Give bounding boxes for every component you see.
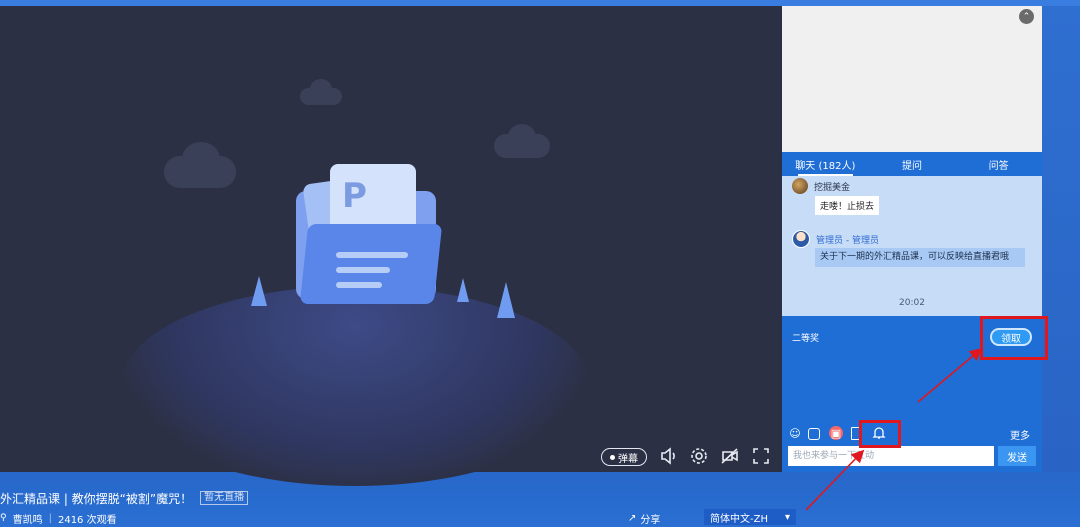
chat-list[interactable]: 挖掘美金 走喽！止损去 管理员 - 管理员 关于下一期的外汇精品课，可以反映给直… — [782, 176, 1042, 316]
cloud-illustration — [164, 142, 236, 188]
tab-ask[interactable]: 提问 — [869, 152, 956, 176]
stream-title-row: 外汇精品课 | 教你摆脱“被割”魔咒！ 暂无直播 — [0, 490, 249, 506]
language-select[interactable]: 简体中文-ZH ▾ — [704, 509, 796, 525]
prize-label: 二等奖 — [792, 334, 820, 344]
avatar — [792, 178, 808, 194]
cloud-illustration — [494, 124, 550, 158]
crystal-illustration — [251, 276, 267, 306]
chevron-down-icon: ▾ — [784, 511, 790, 523]
highlight-box-claim — [980, 316, 1048, 360]
chat-bubble: 走喽！止损去 — [815, 196, 880, 215]
highlight-box-bell — [859, 420, 901, 448]
tab-qa[interactable]: 问答 — [955, 152, 1042, 176]
host-name[interactable]: 曹凯鸣 — [13, 511, 43, 526]
cloud-illustration — [300, 79, 342, 105]
share-icon: ↗ — [628, 513, 637, 524]
page-gutter — [1042, 6, 1080, 472]
status-badge: 暂无直播 — [200, 491, 249, 505]
panel-tabs: 聊天 (182人) 提问 问答 — [782, 152, 1042, 176]
gift-icon[interactable]: ▣ — [829, 426, 843, 440]
user-icon: ⚲ — [0, 513, 7, 523]
chat-message-header: 管理员 - 管理员 — [792, 230, 879, 248]
sender-name: 管理员 - 管理员 — [816, 235, 879, 246]
hill-illustration — [120, 286, 590, 486]
panel-preview-area — [782, 6, 1042, 152]
chevron-up-icon[interactable]: ⌃ — [1019, 9, 1034, 24]
chat-bubble: 关于下一期的外汇精品课，可以反映给直播君哦 — [815, 248, 1025, 267]
language-value: 简体中文-ZH — [710, 513, 768, 525]
folder-front-illustration — [299, 224, 443, 304]
more-button[interactable]: 更多 — [1010, 427, 1030, 442]
timestamp: 20:02 — [899, 298, 925, 308]
interaction-panel: ⌃ 聊天 (182人) 提问 问答 挖掘美金 走喽！止损去 管理员 - 管理员 … — [782, 6, 1042, 472]
settings-icon[interactable] — [689, 446, 709, 466]
share-button[interactable]: ↗ 分享 — [628, 511, 660, 526]
stream-title: 外汇精品课 | 教你摆脱“被割”魔咒！ — [0, 491, 193, 506]
avatar — [792, 230, 810, 248]
chat-message-header: 挖掘美金 — [792, 178, 850, 194]
danmu-label: 弹幕 — [618, 453, 638, 465]
volume-icon[interactable] — [659, 446, 679, 466]
danmu-toggle-button[interactable]: 弹幕 — [601, 448, 647, 466]
toggle-dot-icon — [610, 454, 615, 460]
video-off-icon[interactable] — [720, 446, 740, 466]
crystal-illustration — [497, 282, 515, 318]
view-count: 2416 次观看 — [57, 514, 117, 526]
image-icon[interactable] — [808, 428, 820, 440]
folder-line — [336, 282, 382, 288]
send-button[interactable]: 发送 — [998, 446, 1036, 466]
chat-input[interactable] — [788, 446, 994, 466]
stream-meta-row: ⚲ 曹凯鸣 | 2416 次观看 — [0, 511, 117, 526]
fullscreen-icon[interactable] — [751, 446, 771, 466]
logo-icon: P — [342, 176, 367, 216]
folder-line — [336, 267, 390, 273]
tab-chat[interactable]: 聊天 (182人) — [782, 152, 869, 176]
chat-input-row: 发送 — [782, 444, 1042, 472]
video-player[interactable]: P — [0, 6, 782, 486]
sender-name: 挖掘美金 — [814, 182, 851, 193]
folder-line — [336, 252, 408, 258]
crystal-illustration — [457, 278, 469, 302]
emoji-icon[interactable]: ☺ — [788, 426, 802, 440]
share-label: 分享 — [640, 515, 661, 526]
chat-toolbar: ☺ ▣ 更多 — [782, 422, 1042, 444]
divider: | — [48, 512, 52, 524]
